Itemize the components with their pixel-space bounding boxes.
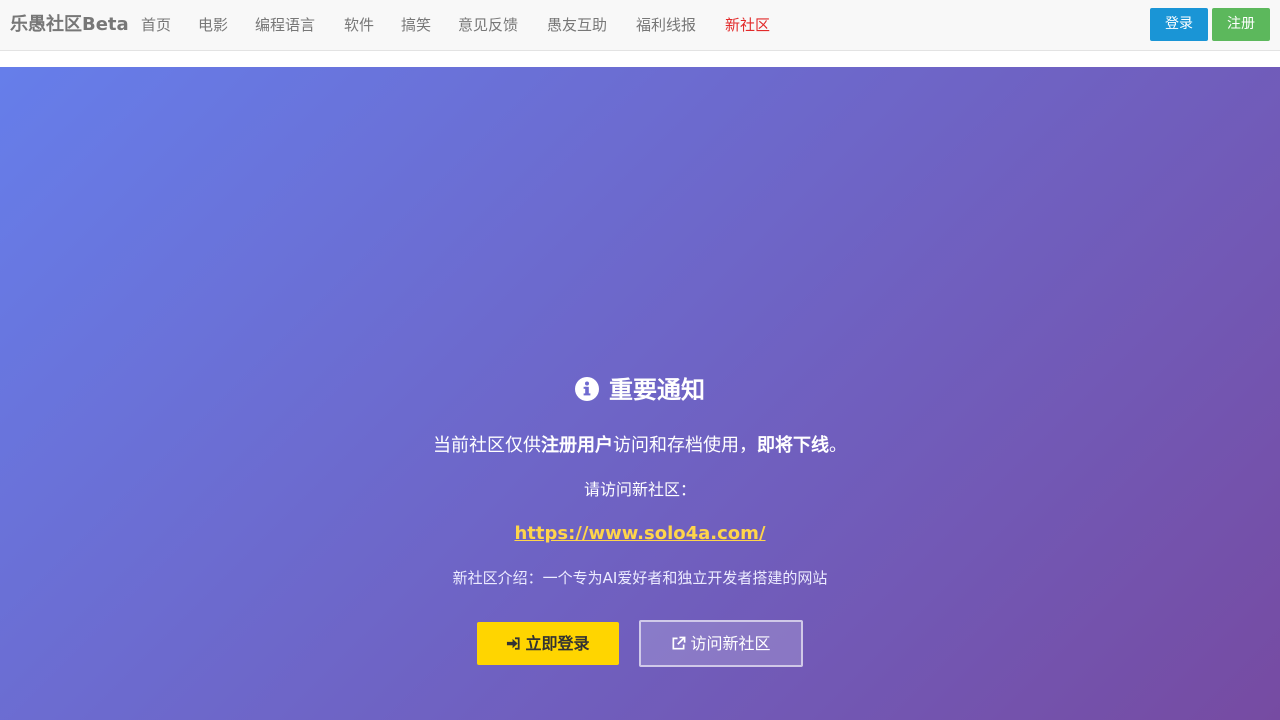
new-community-link[interactable]: https://www.solo4a.com/ xyxy=(514,523,765,544)
nav-item-mutual-help[interactable]: 愚友互助 xyxy=(547,0,607,50)
new-community-url-line: https://www.solo4a.com/ xyxy=(0,520,1280,548)
info-circle-icon xyxy=(575,373,599,401)
login-now-label: 立即登录 xyxy=(525,634,590,653)
visit-new-community-button[interactable]: 访问新社区 xyxy=(639,620,803,667)
register-button[interactable]: 注册 xyxy=(1212,8,1270,41)
nav-item-home[interactable]: 首页 xyxy=(141,0,171,50)
nav-item-funny[interactable]: 搞笑 xyxy=(401,0,431,50)
notice-message-part: 。 xyxy=(829,435,847,456)
visit-new-community-label: 访问新社区 xyxy=(690,634,771,653)
notice-hero: 重要通知 当前社区仅供注册用户访问和存档使用，即将下线。 请访问新社区： htt… xyxy=(0,67,1280,720)
going-offline-emphasis: 即将下线 xyxy=(757,435,829,456)
new-community-intro: 新社区介绍：一个专为AI爱好者和独立开发者搭建的网站 xyxy=(452,569,828,587)
nav-item-feedback[interactable]: 意见反馈 xyxy=(458,0,518,50)
notice-message-part: 当前社区仅供 xyxy=(433,435,541,456)
top-navbar: 乐愚社区Beta 首页 电影 编程语言 软件 搞笑 意见反馈 愚友互助 福利线报… xyxy=(0,0,1280,51)
nav-item-software[interactable]: 软件 xyxy=(344,0,374,50)
login-button[interactable]: 登录 xyxy=(1150,8,1208,41)
sign-in-icon xyxy=(506,624,521,650)
site-brand[interactable]: 乐愚社区Beta xyxy=(10,0,129,50)
external-link-icon xyxy=(671,624,686,650)
visit-new-community-text: 请访问新社区： xyxy=(583,480,696,499)
notice-heading: 重要通知 xyxy=(0,370,1280,410)
notice-message-part: 访问和存档使用， xyxy=(613,435,757,456)
notice-title-text: 重要通知 xyxy=(609,376,705,404)
nav-item-movies[interactable]: 电影 xyxy=(198,0,228,50)
nav-item-new-community[interactable]: 新社区 xyxy=(725,0,770,50)
notice-message: 当前社区仅供注册用户访问和存档使用，即将下线。 xyxy=(0,431,1280,461)
registered-users-emphasis: 注册用户 xyxy=(541,435,613,456)
nav-item-programming[interactable]: 编程语言 xyxy=(255,0,315,50)
nav-item-deals[interactable]: 福利线报 xyxy=(636,0,696,50)
login-now-button[interactable]: 立即登录 xyxy=(477,622,619,665)
nav-spacer xyxy=(0,51,1280,67)
